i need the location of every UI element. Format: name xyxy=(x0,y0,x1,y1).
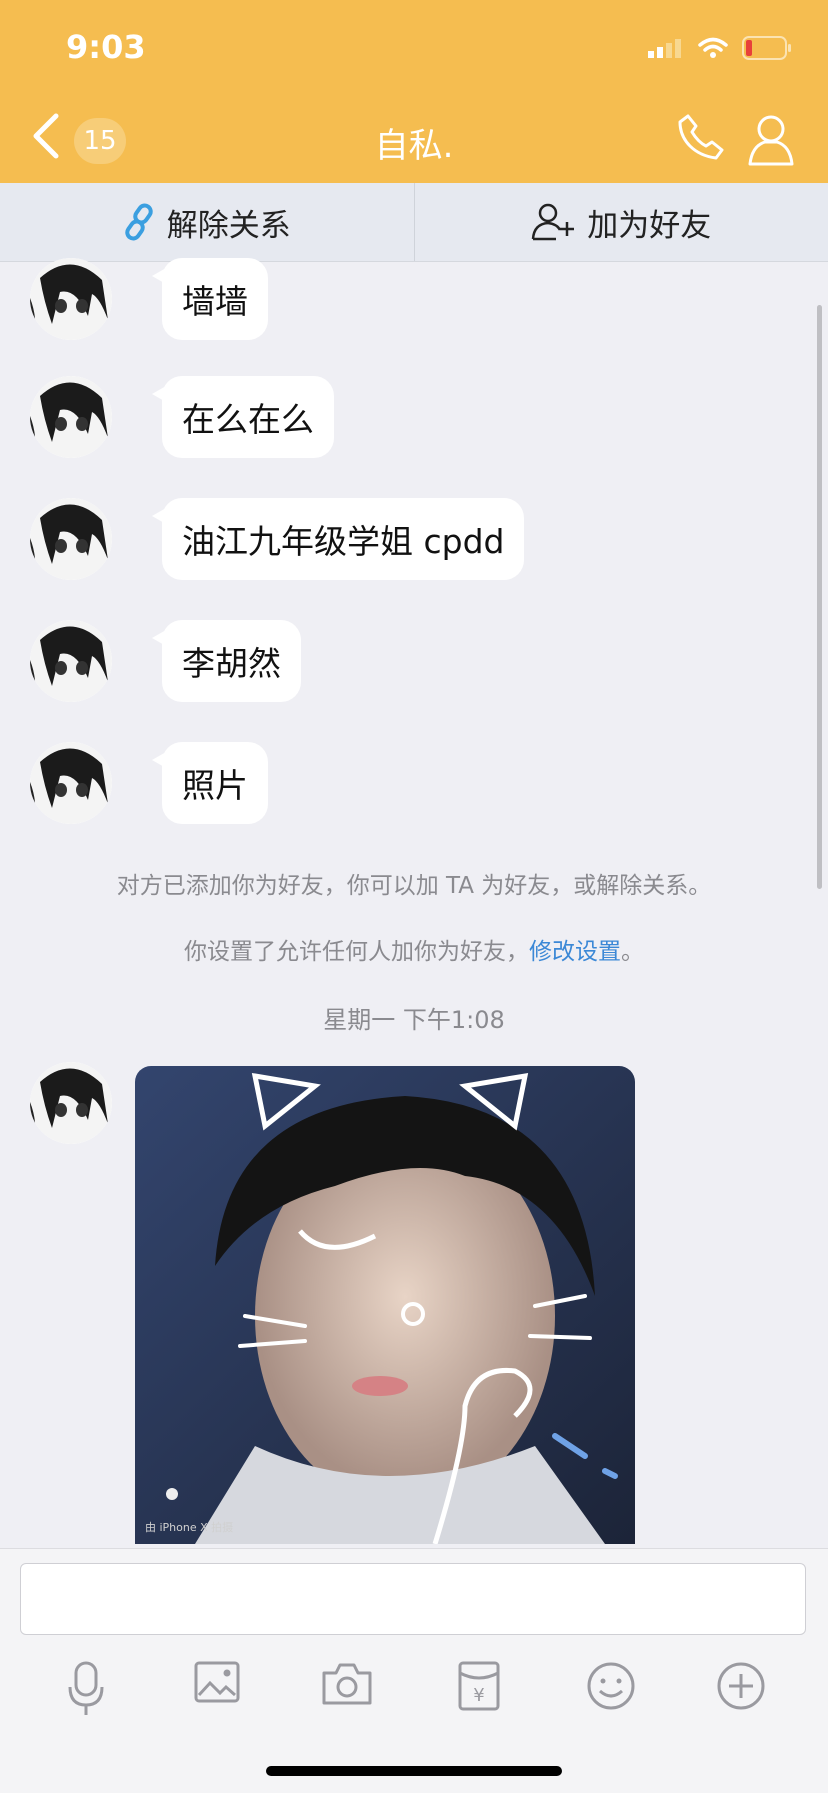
input-toolbar: ¥ xyxy=(0,1661,828,1717)
message-row: 油江九年级学姐 cpdd xyxy=(30,498,524,580)
message-bubble[interactable]: 在么在么 xyxy=(162,376,334,458)
message-bubble[interactable]: 李胡然 xyxy=(162,620,301,702)
profile-icon[interactable] xyxy=(746,112,796,168)
message-row: 照片 xyxy=(30,742,268,824)
red-packet-icon[interactable]: ¥ xyxy=(458,1661,500,1711)
svg-text:¥: ¥ xyxy=(473,1685,484,1706)
avatar[interactable] xyxy=(30,620,112,702)
avatar[interactable] xyxy=(30,742,112,824)
photo-watermark: 由 iPhone X 拍摄 xyxy=(145,1520,233,1534)
message-row: 在么在么 xyxy=(30,376,334,458)
phone-icon[interactable] xyxy=(676,112,726,162)
unlink-button[interactable]: 解除关系 xyxy=(0,183,414,261)
camera-icon[interactable] xyxy=(322,1661,372,1705)
input-bar: ¥ xyxy=(0,1548,828,1793)
message-row: 墙墙 xyxy=(30,258,268,340)
avatar[interactable] xyxy=(30,376,112,458)
chat-scrollbar[interactable] xyxy=(817,305,822,889)
message-bubble[interactable]: 墙墙 xyxy=(162,258,268,340)
photo-message[interactable]: 由 iPhone X 拍摄 xyxy=(135,1066,635,1544)
wifi-icon xyxy=(698,37,728,59)
status-icons xyxy=(648,36,792,60)
avatar[interactable] xyxy=(30,258,112,340)
relationship-action-bar: 解除关系 加为好友 xyxy=(0,183,828,262)
image-icon[interactable] xyxy=(194,1661,240,1703)
unlink-icon xyxy=(123,203,157,241)
avatar[interactable] xyxy=(30,1062,112,1144)
photo-message-row xyxy=(30,1062,112,1144)
message-bubble[interactable]: 油江九年级学姐 cpdd xyxy=(162,498,524,580)
unlink-label: 解除关系 xyxy=(167,200,291,245)
message-bubble[interactable]: 照片 xyxy=(162,742,268,824)
message-input[interactable] xyxy=(20,1563,806,1635)
friend-added-notice: 对方已添加你为好友，你可以加 TA 为好友，或解除关系。 xyxy=(0,866,828,900)
add-friend-button[interactable]: 加为好友 xyxy=(414,183,828,261)
home-indicator[interactable] xyxy=(266,1766,562,1776)
add-friend-label: 加为好友 xyxy=(587,200,711,245)
plus-icon[interactable] xyxy=(716,1661,766,1711)
microphone-icon[interactable] xyxy=(66,1661,106,1717)
modify-settings-link[interactable]: 修改设置 xyxy=(529,939,621,965)
privacy-notice-text: 你设置了允许任何人加你为好友， xyxy=(184,939,529,965)
privacy-notice: 你设置了允许任何人加你为好友，修改设置。 xyxy=(0,932,828,966)
cellular-signal-icon xyxy=(648,38,684,58)
chat-header: 9:03 15 自私. xyxy=(0,0,828,183)
status-time: 9:03 xyxy=(66,28,146,66)
message-row: 李胡然 xyxy=(30,620,301,702)
avatar[interactable] xyxy=(30,498,112,580)
add-friend-icon xyxy=(531,202,577,242)
emoji-icon[interactable] xyxy=(586,1661,636,1711)
battery-icon xyxy=(742,36,792,60)
message-timestamp: 星期一 下午1:08 xyxy=(0,1000,828,1035)
privacy-notice-suffix: 。 xyxy=(621,939,644,965)
